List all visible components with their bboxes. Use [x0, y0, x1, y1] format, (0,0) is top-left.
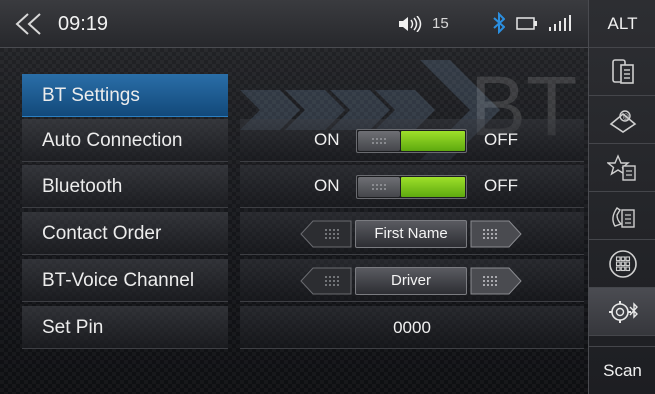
bluetooth-row: Bluetooth ON OFF: [22, 165, 584, 208]
volume-icon: [399, 16, 422, 32]
auto-connection-off-label[interactable]: OFF: [484, 130, 518, 150]
bluetooth-settings-icon: [608, 300, 638, 323]
contact-order-control: First Name: [240, 212, 584, 255]
favorites-button[interactable]: [589, 144, 655, 192]
previous-arrow-icon[interactable]: [300, 220, 352, 248]
next-arrow-icon[interactable]: [470, 220, 522, 248]
bluetooth-control: ON OFF: [240, 165, 584, 208]
set-pin-label: Set Pin: [22, 306, 228, 349]
bluetooth-toggle[interactable]: [356, 175, 467, 199]
volume-level: 15: [432, 15, 449, 32]
auto-connection-row: Auto Connection ON OFF: [22, 119, 584, 162]
internet-button[interactable]: @: [589, 96, 655, 144]
signal-strength-icon: [549, 15, 571, 31]
toggle-knob[interactable]: [358, 177, 400, 197]
auto-connection-control: ON OFF: [240, 119, 584, 162]
contact-order-value: First Name: [355, 220, 467, 248]
auto-connection-toggle[interactable]: [356, 129, 467, 153]
scan-button[interactable]: Scan: [589, 346, 655, 394]
svg-text:@: @: [622, 113, 629, 121]
call-log-button[interactable]: [589, 192, 655, 240]
phone-book-button[interactable]: [589, 48, 655, 96]
auto-connection-label: Auto Connection: [22, 119, 228, 162]
contact-order-label: Contact Order: [22, 212, 228, 255]
bluetooth-label: Bluetooth: [22, 165, 228, 208]
status-bar: 09:19 15: [0, 0, 588, 48]
favorites-icon: [606, 153, 636, 181]
auto-connection-on-label[interactable]: ON: [314, 130, 340, 150]
grip-icon: [371, 183, 387, 191]
bt-settings-title: BT Settings: [22, 74, 228, 117]
bluetooth-on-label[interactable]: ON: [314, 176, 340, 196]
bt-voice-channel-row: BT-Voice Channel Driver: [22, 259, 584, 302]
previous-arrow-icon[interactable]: [300, 267, 352, 295]
dialpad-icon: [608, 249, 637, 278]
right-rail: ALT @ Scan: [588, 0, 655, 394]
toggle-fill: [401, 131, 465, 151]
bt-voice-channel-control: Driver: [240, 259, 584, 302]
alt-button[interactable]: ALT: [589, 0, 655, 48]
back-chevron-icon[interactable]: [14, 12, 44, 36]
bt-voice-channel-label: BT-Voice Channel: [22, 259, 228, 302]
alt-label: ALT: [607, 13, 638, 33]
phone-book-icon: [611, 58, 634, 84]
contact-order-row: Contact Order First Name: [22, 212, 584, 255]
bt-voice-channel-value: Driver: [355, 267, 467, 295]
bluetooth-settings-button[interactable]: [589, 288, 655, 336]
pin-value: 0000: [393, 318, 431, 337]
toggle-fill: [401, 177, 465, 197]
dialpad-button[interactable]: [589, 240, 655, 288]
bluetooth-off-label[interactable]: OFF: [484, 176, 518, 196]
set-pin-control[interactable]: 0000: [240, 306, 584, 349]
scan-label: Scan: [603, 360, 642, 380]
grip-icon: [371, 137, 387, 145]
next-arrow-icon[interactable]: [470, 267, 522, 295]
call-log-icon: [611, 206, 635, 228]
set-pin-row[interactable]: Set Pin 0000: [22, 306, 584, 349]
settings-header-row: BT Settings: [22, 74, 584, 117]
battery-icon: [516, 17, 537, 30]
toggle-knob[interactable]: [358, 131, 400, 151]
clock: 09:19: [58, 13, 109, 35]
bluetooth-icon: [493, 12, 505, 34]
internet-icon: @: [609, 109, 636, 133]
